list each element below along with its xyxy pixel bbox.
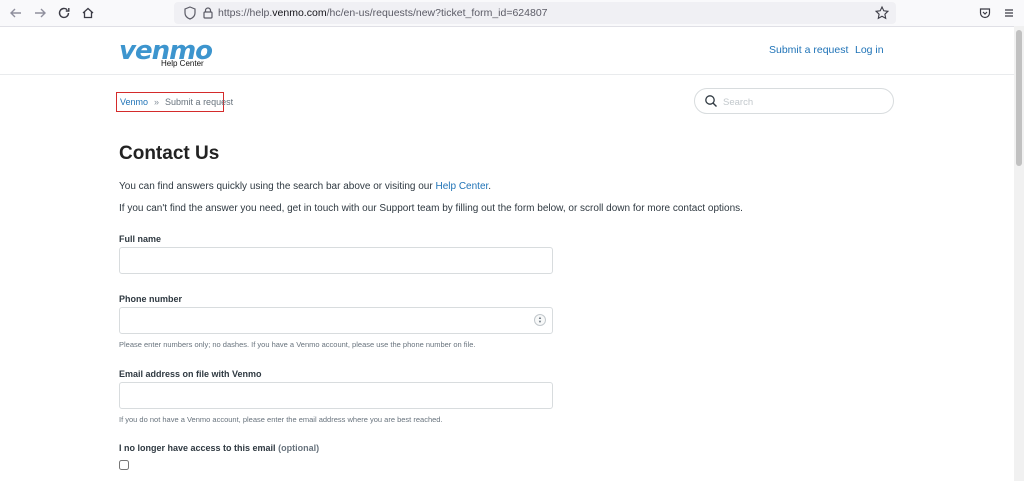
intro-paragraph-1: You can find answers quickly using the s… — [119, 181, 492, 192]
menu-icon[interactable] — [999, 3, 1019, 23]
breadcrumb-separator: » — [154, 97, 160, 107]
url-bar[interactable]: https://help.venmo.com/hc/en-us/requests… — [174, 2, 896, 24]
search-icon — [705, 95, 717, 107]
full-name-label: Full name — [119, 234, 162, 244]
phone-input[interactable] — [119, 307, 553, 334]
star-icon[interactable] — [874, 5, 890, 21]
forward-icon[interactable] — [30, 3, 50, 23]
logo-subtitle: Help Center — [161, 59, 204, 68]
submit-request-link[interactable]: Submit a request — [769, 44, 848, 56]
shield-icon[interactable] — [182, 5, 198, 21]
email-hint: If you do not have a Venmo account, plea… — [119, 415, 443, 424]
optional-tag: (optional) — [278, 443, 320, 453]
page-title: Contact Us — [119, 143, 220, 164]
lock-icon[interactable] — [200, 5, 216, 21]
phone-label: Phone number — [119, 294, 183, 304]
back-icon[interactable] — [6, 3, 26, 23]
email-input[interactable] — [119, 382, 553, 409]
phone-hint: Please enter numbers only; no dashes. If… — [119, 340, 476, 349]
phone-stepper-icon[interactable]: ▲ ▼ — [534, 314, 546, 326]
search-box[interactable] — [694, 88, 894, 114]
breadcrumb: Venmo » Submit a request — [116, 92, 233, 112]
no-access-checkbox[interactable] — [119, 460, 129, 470]
help-center-link[interactable]: Help Center — [435, 181, 488, 192]
browser-toolbar: https://help.venmo.com/hc/en-us/requests… — [0, 0, 1024, 27]
site-header: venmo Help Center Submit a request Log i… — [0, 26, 1014, 75]
scrollbar-thumb[interactable] — [1016, 30, 1022, 166]
url-text: https://help.venmo.com/hc/en-us/requests… — [218, 7, 548, 19]
home-icon[interactable] — [78, 3, 98, 23]
scrollbar[interactable] — [1014, 26, 1024, 481]
login-link[interactable]: Log in — [855, 44, 884, 56]
breadcrumb-current: Submit a request — [165, 97, 234, 107]
no-access-label: I no longer have access to this email (o… — [119, 443, 320, 453]
full-name-input[interactable] — [119, 247, 553, 274]
breadcrumb-home-link[interactable]: Venmo — [120, 97, 148, 107]
reload-icon[interactable] — [54, 3, 74, 23]
pocket-icon[interactable] — [975, 3, 995, 23]
venmo-logo[interactable]: venmo Help Center — [119, 36, 213, 70]
intro-paragraph-2: If you can't find the answer you need, g… — [119, 203, 743, 214]
search-input[interactable] — [721, 94, 885, 110]
email-label: Email address on file with Venmo — [119, 369, 262, 379]
